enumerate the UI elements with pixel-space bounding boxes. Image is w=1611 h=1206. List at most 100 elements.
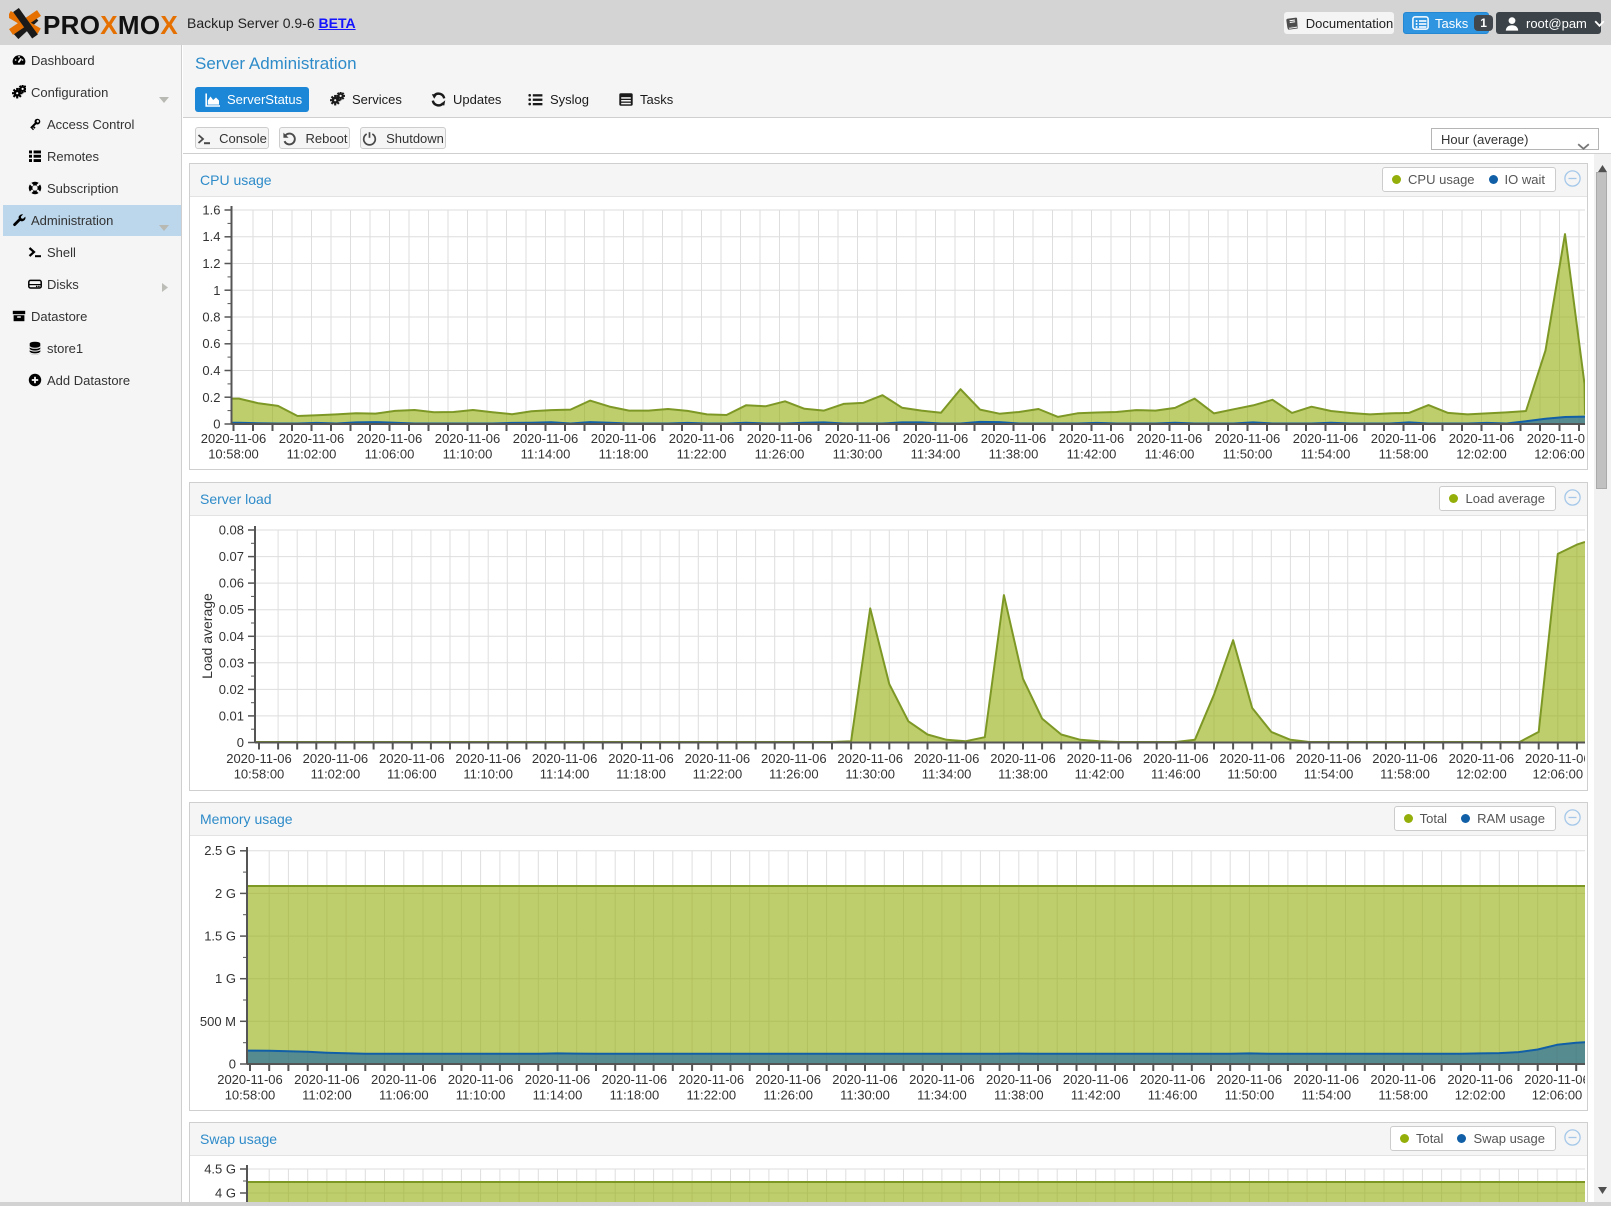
svg-text:2020-11-06: 2020-11-06: [294, 1072, 360, 1087]
svg-text:2020-11-06: 2020-11-06: [1447, 1072, 1513, 1087]
svg-text:11:42:00: 11:42:00: [1067, 447, 1117, 462]
svg-text:0.06: 0.06: [219, 576, 244, 591]
svg-text:2020-11-06: 2020-11-06: [217, 1072, 283, 1087]
svg-text:2020-11-06: 2020-11-06: [755, 1072, 821, 1087]
svg-text:2020-11-06: 2020-11-06: [379, 751, 445, 766]
svg-text:10:58:00: 10:58:00: [234, 767, 285, 782]
svg-text:11:46:00: 11:46:00: [1145, 447, 1195, 462]
svg-text:2020-11-06: 2020-11-06: [990, 751, 1056, 766]
svg-text:0: 0: [229, 1057, 236, 1072]
svg-text:2020-11-06: 2020-11-06: [591, 431, 657, 446]
svg-text:11:14:00: 11:14:00: [540, 767, 590, 782]
svg-text:11:34:00: 11:34:00: [911, 447, 961, 462]
svg-text:11:46:00: 11:46:00: [1151, 767, 1201, 782]
svg-text:11:18:00: 11:18:00: [599, 447, 649, 462]
svg-text:11:26:00: 11:26:00: [763, 1088, 813, 1103]
svg-text:11:10:00: 11:10:00: [463, 767, 513, 782]
svg-text:11:06:00: 11:06:00: [365, 447, 415, 462]
svg-text:2020-11-06: 2020-11-06: [1219, 751, 1285, 766]
svg-text:11:38:00: 11:38:00: [998, 767, 1048, 782]
svg-text:0.2: 0.2: [202, 390, 220, 405]
svg-text:12:06:00: 12:06:00: [1534, 447, 1585, 462]
svg-text:11:50:00: 11:50:00: [1225, 1088, 1275, 1103]
svg-text:2020-11-06: 2020-11-06: [371, 1072, 437, 1087]
svg-text:2020-11-06: 2020-11-06: [1525, 751, 1585, 766]
svg-text:12:06:00: 12:06:00: [1532, 767, 1583, 782]
svg-text:11:18:00: 11:18:00: [616, 767, 666, 782]
svg-text:11:42:00: 11:42:00: [1075, 767, 1125, 782]
svg-text:12:06:00: 12:06:00: [1532, 1088, 1583, 1103]
svg-text:1: 1: [213, 283, 220, 298]
svg-text:2020-11-06: 2020-11-06: [1137, 431, 1203, 446]
svg-text:11:10:00: 11:10:00: [456, 1088, 506, 1103]
svg-text:2020-11-06: 2020-11-06: [525, 1072, 591, 1087]
svg-text:1.4: 1.4: [202, 229, 220, 244]
svg-text:11:02:00: 11:02:00: [311, 767, 361, 782]
svg-text:11:26:00: 11:26:00: [769, 767, 819, 782]
svg-text:11:06:00: 11:06:00: [387, 767, 437, 782]
svg-text:2020-11-06: 2020-11-06: [435, 431, 501, 446]
svg-text:11:38:00: 11:38:00: [989, 447, 1039, 462]
svg-text:4 G: 4 G: [215, 1186, 236, 1201]
svg-text:2020-11-06: 2020-11-06: [226, 751, 292, 766]
svg-text:11:18:00: 11:18:00: [610, 1088, 660, 1103]
svg-text:11:50:00: 11:50:00: [1227, 767, 1277, 782]
svg-text:0: 0: [237, 735, 244, 750]
svg-text:2.5 G: 2.5 G: [204, 843, 236, 858]
svg-text:10:58:00: 10:58:00: [208, 447, 259, 462]
svg-text:2020-11-06: 2020-11-06: [1524, 1072, 1585, 1087]
svg-text:2020-11-06: 2020-11-06: [1527, 431, 1585, 446]
svg-text:0.8: 0.8: [202, 310, 220, 325]
svg-text:2020-11-06: 2020-11-06: [1140, 1072, 1206, 1087]
svg-text:2 G: 2 G: [215, 886, 236, 901]
svg-text:1.5 G: 1.5 G: [204, 929, 236, 944]
svg-text:2020-11-06: 2020-11-06: [1371, 431, 1437, 446]
svg-text:2020-11-06: 2020-11-06: [914, 751, 980, 766]
svg-text:2020-11-06: 2020-11-06: [608, 751, 674, 766]
svg-text:11:54:00: 11:54:00: [1301, 1088, 1351, 1103]
svg-text:2020-11-06: 2020-11-06: [1059, 431, 1125, 446]
svg-text:1.2: 1.2: [202, 256, 220, 271]
svg-text:11:02:00: 11:02:00: [302, 1088, 352, 1103]
svg-text:2020-11-06: 2020-11-06: [747, 431, 813, 446]
svg-text:11:38:00: 11:38:00: [994, 1088, 1044, 1103]
svg-text:2020-11-06: 2020-11-06: [1372, 751, 1438, 766]
svg-text:1.6: 1.6: [202, 203, 220, 218]
svg-text:2020-11-06: 2020-11-06: [303, 751, 369, 766]
svg-text:2020-11-06: 2020-11-06: [1063, 1072, 1129, 1087]
svg-text:2020-11-06: 2020-11-06: [761, 751, 827, 766]
svg-text:11:02:00: 11:02:00: [287, 447, 337, 462]
svg-text:11:22:00: 11:22:00: [677, 447, 727, 462]
svg-text:0.08: 0.08: [219, 523, 244, 538]
svg-text:500 M: 500 M: [200, 1014, 236, 1029]
svg-text:12:02:00: 12:02:00: [1456, 447, 1507, 462]
svg-text:2020-11-06: 2020-11-06: [1067, 751, 1133, 766]
svg-text:0.07: 0.07: [219, 549, 244, 564]
svg-text:2020-11-06: 2020-11-06: [837, 751, 903, 766]
svg-text:11:42:00: 11:42:00: [1071, 1088, 1121, 1103]
svg-text:2020-11-06: 2020-11-06: [679, 1072, 745, 1087]
svg-text:2020-11-06: 2020-11-06: [1217, 1072, 1283, 1087]
svg-text:2020-11-06: 2020-11-06: [832, 1072, 898, 1087]
svg-text:2020-11-06: 2020-11-06: [1293, 431, 1359, 446]
svg-text:11:46:00: 11:46:00: [1148, 1088, 1198, 1103]
svg-text:11:14:00: 11:14:00: [533, 1088, 583, 1103]
svg-text:11:06:00: 11:06:00: [379, 1088, 429, 1103]
svg-text:11:54:00: 11:54:00: [1301, 447, 1351, 462]
svg-text:11:22:00: 11:22:00: [686, 1088, 736, 1103]
svg-text:11:14:00: 11:14:00: [521, 447, 571, 462]
svg-text:2020-11-06: 2020-11-06: [1294, 1072, 1360, 1087]
svg-text:2020-11-06: 2020-11-06: [903, 431, 969, 446]
svg-text:11:54:00: 11:54:00: [1304, 767, 1354, 782]
svg-text:2020-11-06: 2020-11-06: [602, 1072, 668, 1087]
svg-text:11:34:00: 11:34:00: [922, 767, 972, 782]
svg-text:0.03: 0.03: [219, 655, 244, 670]
svg-text:2020-11-06: 2020-11-06: [1370, 1072, 1436, 1087]
svg-text:0.4: 0.4: [202, 363, 220, 378]
svg-text:11:10:00: 11:10:00: [443, 447, 493, 462]
svg-text:0.04: 0.04: [219, 629, 244, 644]
svg-text:0.05: 0.05: [219, 602, 244, 617]
svg-text:11:26:00: 11:26:00: [755, 447, 805, 462]
svg-text:0.01: 0.01: [219, 708, 244, 723]
svg-text:1 G: 1 G: [215, 971, 236, 986]
